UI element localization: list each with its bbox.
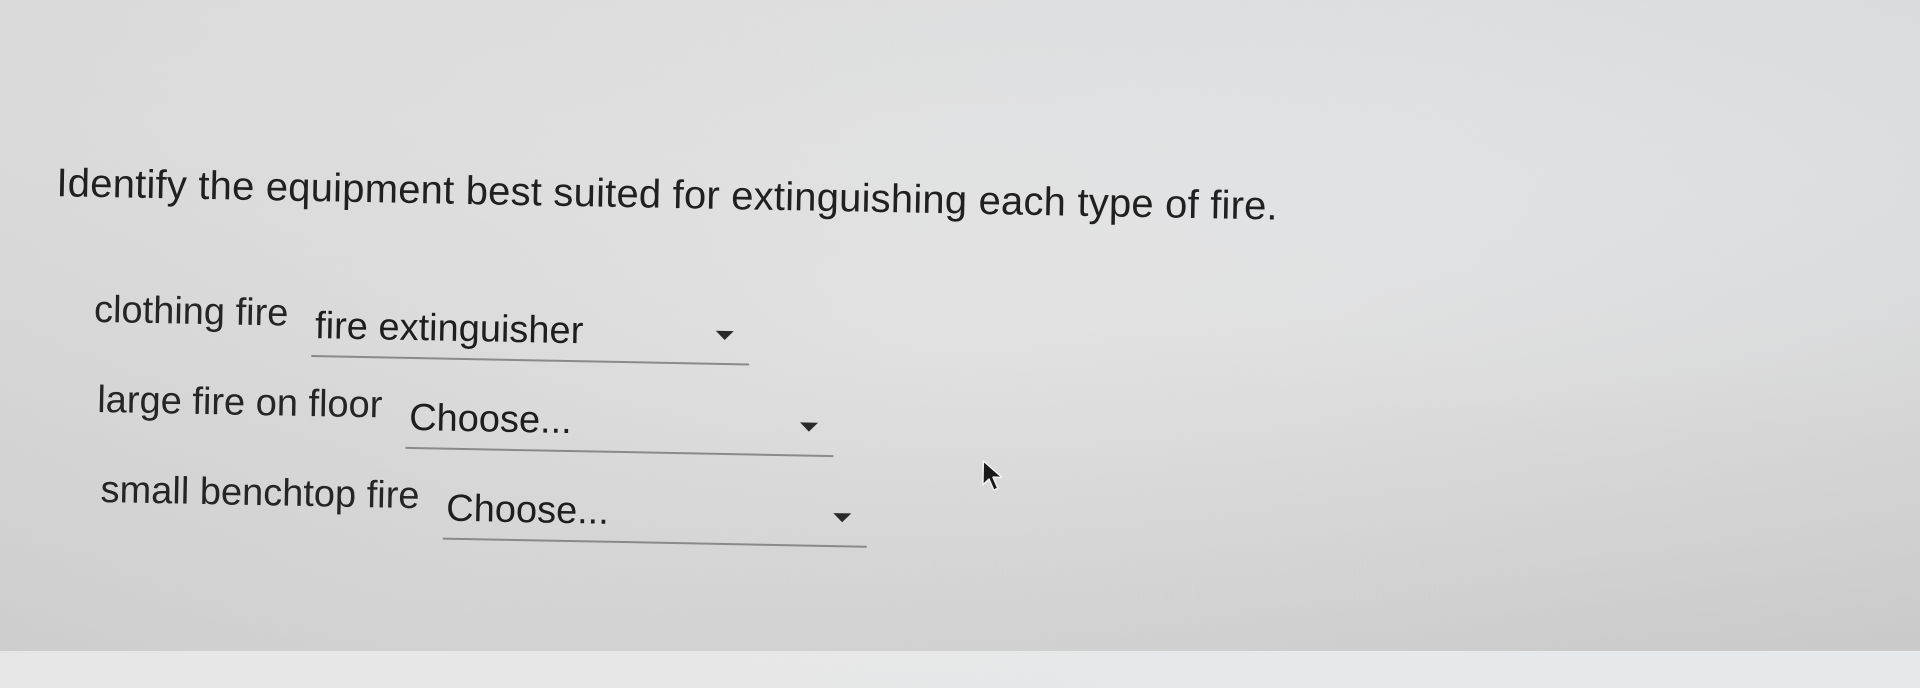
row-label: small benchtop fire [100, 469, 420, 518]
select-value: fire extinguisher [314, 305, 584, 353]
select-value: Choose... [408, 396, 573, 443]
match-row-clothing-fire: clothing fire fire extinguisher [93, 287, 751, 366]
chevron-down-icon [715, 330, 735, 341]
select-value: Choose... [445, 487, 610, 533]
chevron-down-icon [833, 513, 852, 523]
row-label: large fire on floor [96, 378, 383, 427]
chevron-down-icon [800, 422, 819, 432]
match-row-small-benchtop-fire: small benchtop fire Choose... [100, 467, 868, 548]
question-prompt: Identify the equipment best suited for e… [56, 161, 1279, 229]
answer-select-clothing-fire[interactable]: fire extinguisher [311, 305, 751, 366]
row-label: clothing fire [93, 288, 289, 335]
answer-select-large-fire-on-floor[interactable]: Choose... [405, 396, 835, 458]
match-row-large-fire-on-floor: large fire on floor Choose... [96, 377, 835, 458]
question-panel: Identify the equipment best suited for e… [0, 0, 1920, 688]
answer-select-small-benchtop-fire[interactable]: Choose... [442, 487, 868, 548]
mouse-cursor-icon [982, 460, 1003, 491]
